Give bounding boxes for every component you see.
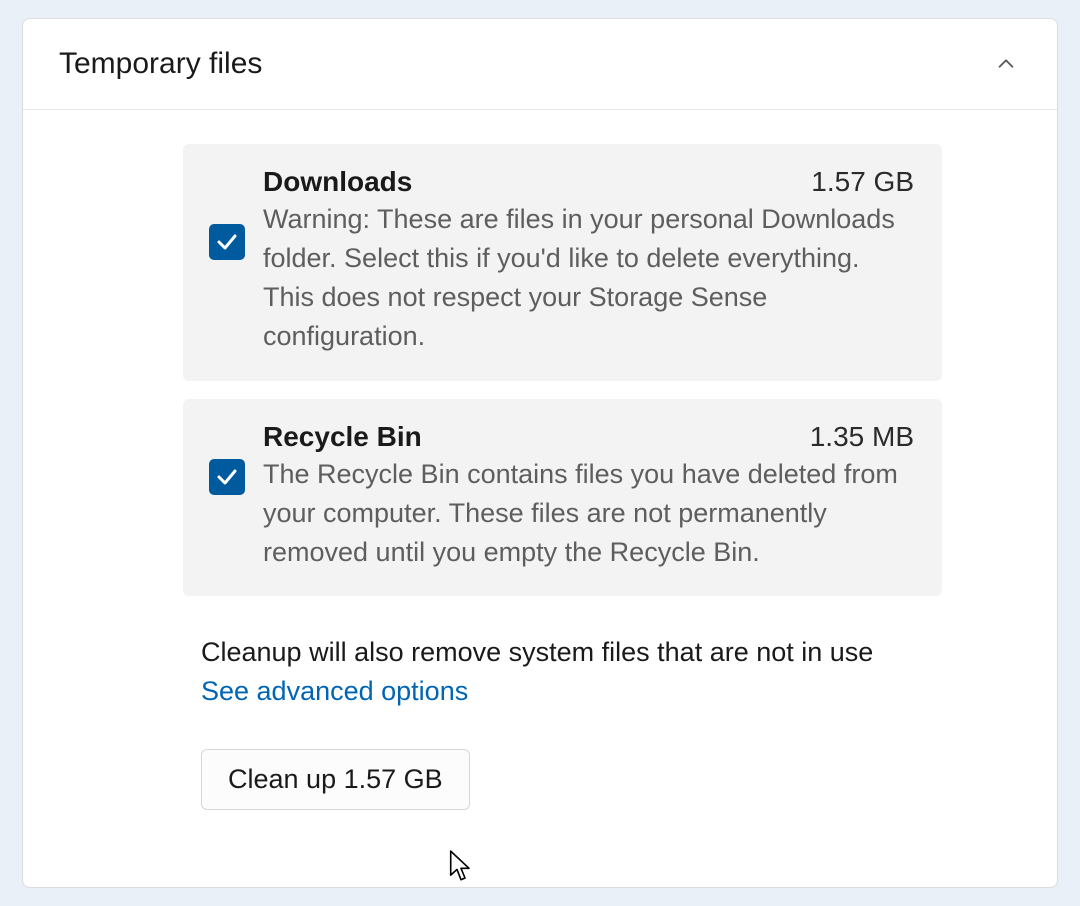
item-description: Warning: These are files in your persona… — [263, 200, 914, 357]
item-description: The Recycle Bin contains files you have … — [263, 455, 914, 572]
panel-title: Temporary files — [59, 47, 262, 81]
chevron-up-icon[interactable] — [995, 53, 1017, 75]
cleanup-button[interactable]: Clean up 1.57 GB — [201, 749, 470, 810]
advanced-options-link[interactable]: See advanced options — [183, 676, 942, 707]
checkbox-downloads[interactable] — [209, 224, 245, 260]
item-title: Downloads — [263, 166, 412, 198]
cleanup-item-recycle-bin: Recycle Bin 1.35 MB The Recycle Bin cont… — [183, 399, 942, 596]
cleanup-item-downloads: Downloads 1.57 GB Warning: These are fil… — [183, 144, 942, 381]
cleanup-note: Cleanup will also remove system files th… — [183, 632, 942, 673]
temporary-files-panel: Temporary files Downloads 1.57 GB Warnin… — [22, 18, 1058, 888]
panel-body: Downloads 1.57 GB Warning: These are fil… — [23, 110, 1057, 810]
item-size: 1.57 GB — [811, 166, 914, 198]
item-size: 1.35 MB — [810, 421, 914, 453]
panel-header[interactable]: Temporary files — [23, 19, 1057, 110]
item-title: Recycle Bin — [263, 421, 422, 453]
checkbox-recycle-bin[interactable] — [209, 459, 245, 495]
